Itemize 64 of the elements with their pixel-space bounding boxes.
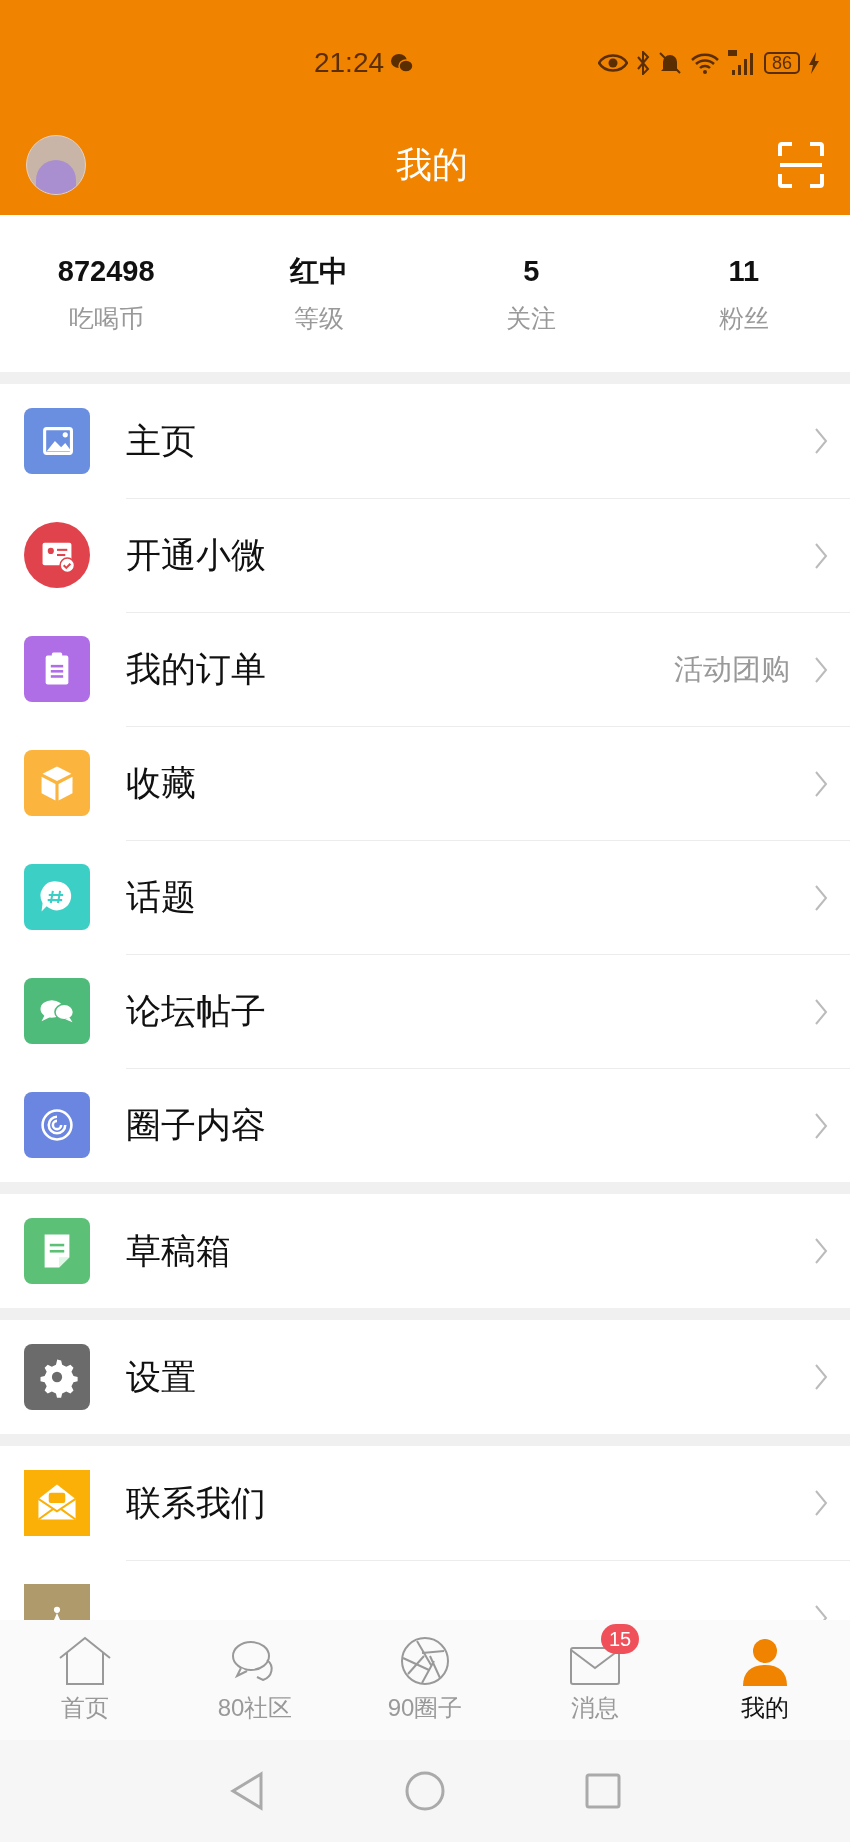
- chevron-icon: [814, 883, 828, 912]
- tab-bar-item[interactable]: 我的: [680, 1620, 850, 1740]
- charging-icon: [808, 52, 820, 74]
- tab-label: 首页: [61, 1693, 109, 1723]
- chevron-icon: [814, 997, 828, 1026]
- menu-item[interactable]: 草稿箱: [0, 1194, 850, 1308]
- menu-item[interactable]: 圈子内容: [0, 1068, 850, 1182]
- menu-label: 话题: [126, 876, 197, 919]
- person-icon: [743, 1638, 787, 1686]
- stat-label: 等级: [293, 302, 344, 334]
- tab-label: 80社区: [217, 1693, 293, 1723]
- chevron-icon: [814, 427, 828, 455]
- mail-icon: [569, 1646, 621, 1686]
- stat-label: 粉丝: [718, 302, 769, 334]
- aperture-icon: [400, 1636, 450, 1686]
- wifi-icon: [690, 51, 720, 75]
- chevron-icon: [814, 1111, 828, 1140]
- chevron-icon: [814, 655, 828, 684]
- menu-label: 开通小微: [126, 534, 267, 577]
- bell-off-icon: [658, 51, 682, 75]
- home-icon[interactable]: [405, 1771, 445, 1811]
- menu-item[interactable]: 论坛帖子: [0, 954, 850, 1068]
- eye-icon: [598, 54, 628, 72]
- battery-icon: 86: [764, 52, 800, 74]
- status-time: 21:24: [313, 46, 385, 80]
- tab-label: 消息: [571, 1693, 619, 1723]
- scan-icon[interactable]: [778, 141, 824, 188]
- stat-value: 红中: [289, 254, 348, 289]
- chat-icon: [390, 53, 415, 73]
- menu-item[interactable]: 开通小微: [0, 498, 850, 612]
- chevron-icon: [814, 541, 828, 570]
- back-icon[interactable]: [229, 1771, 265, 1811]
- menu-item[interactable]: 我的订单 活动团购: [0, 612, 850, 726]
- stat-label: 吃喝币: [68, 302, 144, 334]
- unread-badge: 15: [601, 1624, 640, 1654]
- chevron-icon: [814, 1489, 828, 1517]
- menu-label: 草稿箱: [126, 1229, 232, 1272]
- home-icon: [57, 1636, 113, 1686]
- menu-item[interactable]: 主页: [0, 384, 850, 498]
- stat-value: 5: [523, 254, 540, 289]
- recents-icon[interactable]: [585, 1773, 621, 1809]
- tab-label: 90圈子: [387, 1693, 463, 1723]
- menu-label: 联系我们: [126, 1481, 267, 1524]
- page-title: 我的: [396, 142, 468, 187]
- menu-label: 我的订单: [126, 648, 267, 691]
- menu-label: 设置: [126, 1355, 197, 1398]
- menu-label: 主页: [126, 419, 197, 462]
- stat-value: 11: [728, 254, 760, 289]
- menu-item[interactable]: 收藏: [0, 726, 850, 840]
- menu-label: 圈子内容: [126, 1104, 267, 1147]
- chevron-icon: [814, 1363, 828, 1391]
- menu-item[interactable]: 设置: [0, 1320, 850, 1434]
- menu-item[interactable]: 话题: [0, 840, 850, 954]
- tab-bar-item[interactable]: 15 消息: [510, 1620, 680, 1740]
- menu-label: 收藏: [126, 762, 197, 805]
- menu-value: 活动团购: [674, 651, 790, 687]
- menu-label: 论坛帖子: [126, 990, 267, 1033]
- chevron-icon: [814, 1237, 828, 1265]
- bluetooth-icon: [636, 51, 650, 75]
- stat-value: 872498: [57, 254, 155, 289]
- chevron-icon: [814, 769, 828, 798]
- tab-label: 我的: [741, 1693, 789, 1723]
- signal-icon: [728, 50, 756, 76]
- stat-label: 关注: [506, 302, 557, 334]
